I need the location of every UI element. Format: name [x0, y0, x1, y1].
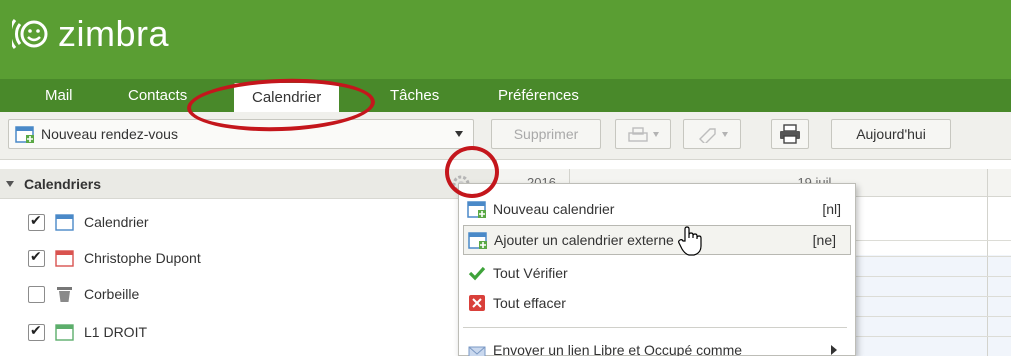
- menu-item-label: Tout effacer: [493, 295, 566, 311]
- delete-button[interactable]: Supprimer: [491, 119, 601, 149]
- print-style-button[interactable]: [615, 119, 671, 149]
- mail-icon: [467, 343, 487, 356]
- menu-separator: [463, 327, 847, 328]
- tag-button[interactable]: [683, 119, 741, 149]
- menu-item-label: Envoyer un lien Libre et Occupé comme: [493, 342, 743, 356]
- calendar-item-calendrier[interactable]: Calendrier: [28, 210, 149, 234]
- menu-item-label: Ajouter un calendrier externe: [494, 232, 674, 248]
- calendar-item-label: Calendrier: [84, 214, 149, 230]
- menu-item-shortcut: [nl]: [822, 201, 841, 217]
- menu-item-label: Nouveau calendrier: [493, 201, 615, 217]
- new-appointment-icon: [15, 126, 34, 143]
- new-appointment-label: Nouveau rendez-vous: [41, 126, 178, 142]
- calendars-context-menu: Nouveau calendrier [nl] Ajouter un calen…: [458, 183, 856, 356]
- tab-taches[interactable]: Tâches: [390, 87, 439, 104]
- chevron-down-icon[interactable]: [455, 131, 463, 137]
- toolbar: Nouveau rendez-vous Supprimer Aujourd'hu…: [0, 112, 1011, 160]
- add-external-calendar-icon: [468, 230, 488, 250]
- main-tabs: Mail Contacts Calendrier Tâches Préféren…: [0, 79, 1011, 113]
- collapse-triangle-icon[interactable]: [6, 180, 14, 187]
- submenu-arrow-icon: [831, 345, 837, 355]
- tab-mail[interactable]: Mail: [45, 87, 73, 104]
- printer-icon: [780, 124, 800, 144]
- zimbra-logo-icon: [12, 19, 48, 49]
- calendars-panel-header[interactable]: Calendriers: [0, 169, 496, 199]
- hand-cursor-icon: [678, 226, 702, 256]
- tag-icon: [699, 128, 716, 143]
- highlight-ring-gear: [445, 146, 499, 198]
- calendar-item-label: Christophe Dupont: [84, 250, 201, 266]
- calendar-item-label: L1 DROIT: [84, 324, 148, 340]
- calendar-checkbox[interactable]: [28, 213, 45, 231]
- zimbra-logo[interactable]: zimbra: [12, 14, 169, 54]
- calendar-checkbox[interactable]: [28, 323, 45, 341]
- calendar-item-christophe-dupont[interactable]: Christophe Dupont: [28, 246, 201, 270]
- calendar-item-label: Corbeille: [84, 286, 140, 302]
- menu-item-add-external-calendar[interactable]: Ajouter un calendrier externe [ne]: [463, 225, 851, 255]
- menu-item-send-free-busy-link[interactable]: Envoyer un lien Libre et Occupé comme: [459, 339, 855, 356]
- chevron-down-icon: [653, 131, 659, 137]
- clear-x-icon: [467, 293, 487, 313]
- menu-item-check-all[interactable]: Tout Vérifier: [459, 258, 855, 288]
- calendar-icon: [55, 213, 74, 231]
- print-button[interactable]: [771, 119, 809, 149]
- new-calendar-icon: [467, 199, 487, 219]
- calendar-icon: [55, 249, 74, 267]
- app-header: zimbra: [0, 0, 1011, 79]
- calendar-item-corbeille[interactable]: Corbeille: [28, 282, 139, 306]
- today-button[interactable]: Aujourd'hui: [831, 119, 951, 149]
- calendar-checkbox[interactable]: [28, 249, 45, 267]
- app-name: zimbra: [58, 13, 170, 54]
- chevron-down-icon: [722, 131, 728, 137]
- tab-contacts[interactable]: Contacts: [128, 87, 187, 104]
- calendars-header-title: Calendriers: [24, 175, 102, 192]
- menu-item-new-calendar[interactable]: Nouveau calendrier [nl]: [459, 194, 855, 224]
- menu-item-shortcut: [ne]: [812, 232, 836, 248]
- calendar-checkbox[interactable]: [28, 285, 45, 303]
- checkmark-icon: [467, 263, 487, 283]
- calendar-item-l1-droit[interactable]: L1 DROIT: [28, 320, 147, 344]
- trash-icon: [57, 286, 72, 302]
- tag-stack-icon: [628, 127, 648, 142]
- calendar-icon: [55, 323, 74, 341]
- menu-item-clear-all[interactable]: Tout effacer: [459, 288, 855, 318]
- calendar-divider: [987, 169, 988, 356]
- tab-preferences[interactable]: Préférences: [498, 87, 579, 104]
- menu-item-label: Tout Vérifier: [493, 265, 568, 281]
